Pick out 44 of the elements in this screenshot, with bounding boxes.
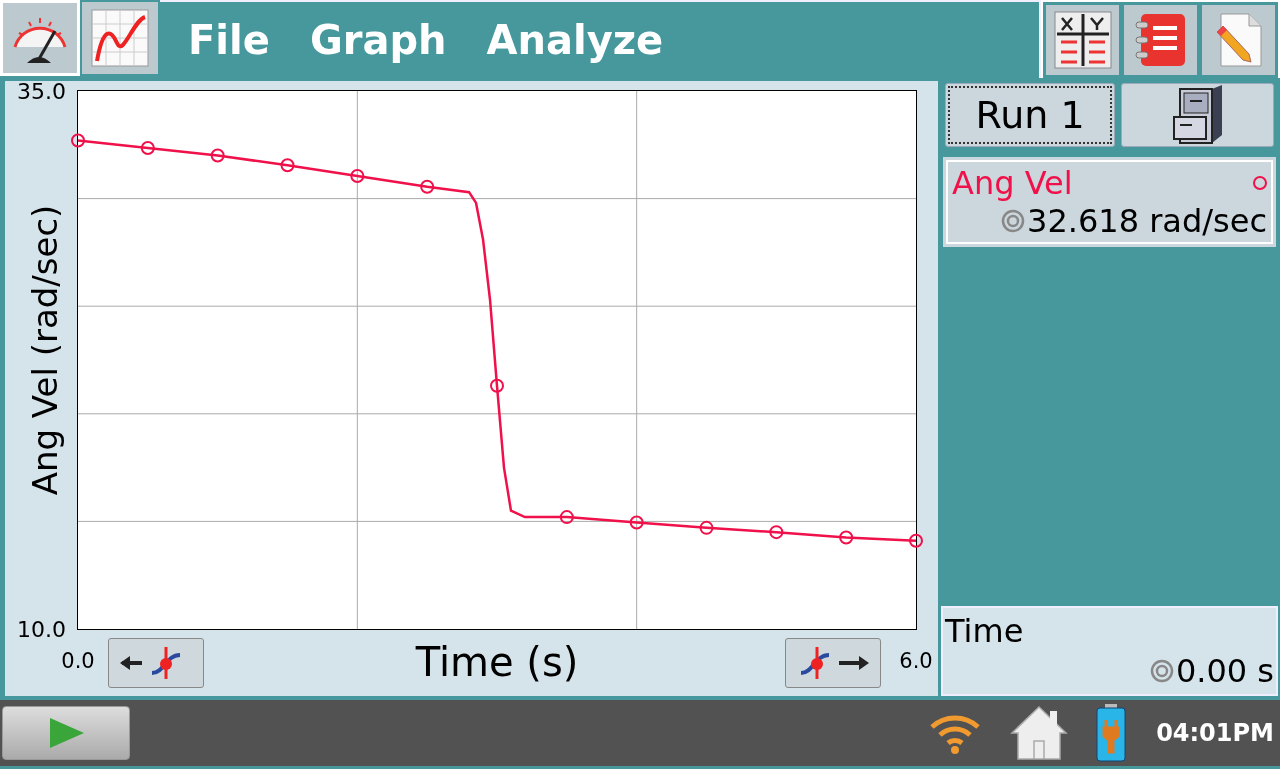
menu-item[interactable]: Graph <box>309 17 447 63</box>
meter-view-button[interactable] <box>2 2 78 74</box>
notebook-button[interactable] <box>1124 5 1197 75</box>
x-axis-label: Time (s) <box>415 639 579 685</box>
graph-view-button[interactable] <box>82 2 158 74</box>
data-point <box>71 133 85 148</box>
clock-text: 04:01PM <box>1156 719 1274 747</box>
data-point <box>490 378 504 393</box>
data-point <box>699 520 714 535</box>
y-tick-label: 35.0 <box>17 81 66 104</box>
menu-item[interactable]: File <box>188 17 270 63</box>
data-point <box>420 179 435 194</box>
menu-item[interactable]: Analyze <box>486 17 664 63</box>
document-button[interactable] <box>1202 5 1275 75</box>
table-button[interactable] <box>1046 5 1119 75</box>
run-button[interactable]: Run 1 <box>945 83 1115 147</box>
scroll-right-button[interactable] <box>785 638 881 688</box>
scroll-left-button[interactable] <box>108 638 204 688</box>
meter-value: 0.00 s <box>1175 652 1274 690</box>
data-point <box>210 148 225 163</box>
meter-card[interactable]: Ang Vel 32.618 rad/sec <box>943 157 1276 247</box>
data-point <box>350 169 365 183</box>
y-tick-label: 10.0 <box>17 616 66 642</box>
data-point <box>559 510 574 525</box>
data-point <box>769 525 784 540</box>
data-storage-button[interactable] <box>1121 83 1274 147</box>
data-point <box>629 515 644 530</box>
home-icon[interactable] <box>1010 705 1069 761</box>
battery-charging-icon <box>1096 704 1127 762</box>
x-tick-label: 0.0 <box>61 649 95 673</box>
start-button[interactable] <box>2 706 130 760</box>
meter-name: Ang Vel <box>952 164 1073 202</box>
data-point <box>839 530 854 545</box>
x-tick-label: 6.0 <box>899 649 933 673</box>
table-icon <box>1052 10 1113 70</box>
target-icon <box>1149 659 1174 683</box>
data-point <box>909 533 923 548</box>
meter-name: Time <box>945 612 1025 650</box>
y-axis-label: Ang Vel (rad/sec) <box>25 204 65 496</box>
data-point <box>140 141 155 156</box>
data-point <box>280 158 295 173</box>
graph-icon <box>89 7 151 69</box>
target-icon <box>1001 209 1026 233</box>
meter-value: 32.618 rad/sec <box>1027 202 1267 240</box>
